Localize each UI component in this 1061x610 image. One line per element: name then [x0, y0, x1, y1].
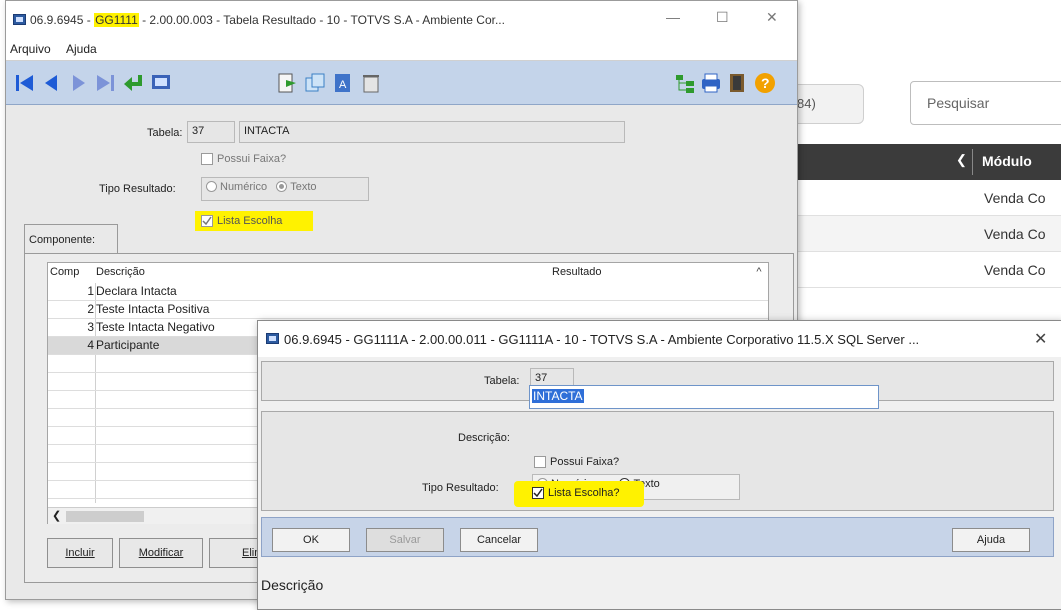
- tree-icon[interactable]: [674, 72, 696, 94]
- table-row[interactable]: 1 Declara Intacta: [48, 283, 768, 301]
- form-panel: Tabela: 37 INTACTA Possui Faixa? Tipo Re…: [9, 115, 795, 231]
- app-icon: [266, 333, 279, 344]
- tipo-resultado-label: Tipo Resultado:: [99, 183, 176, 195]
- maximize-icon[interactable]: ☐: [716, 9, 729, 26]
- row-descricao: Teste Intacta Negativo: [96, 320, 215, 334]
- exit-icon[interactable]: [726, 72, 748, 94]
- row-comp: 3: [87, 320, 94, 334]
- background-button-label: 84): [797, 96, 816, 111]
- toolbar: A ?: [6, 61, 797, 105]
- svg-text:A: A: [339, 79, 347, 91]
- grid-header: Comp Descrição Resultado ^: [48, 263, 768, 283]
- svg-text:?: ?: [761, 75, 770, 91]
- row-cell: Venda Co: [984, 226, 1046, 242]
- radio-texto[interactable]: [276, 181, 288, 192]
- dialog-gg1111a: 06.9.6945 - GG1111A - 2.00.00.011 - GG11…: [257, 320, 1061, 610]
- copy-icon[interactable]: [304, 72, 326, 94]
- table-row[interactable]: 2 Teste Intacta Positiva: [48, 301, 768, 319]
- tipo-resultado-group: Numérico Texto: [201, 177, 369, 201]
- tab-componente[interactable]: Componente:: [24, 224, 118, 254]
- export-icon[interactable]: [276, 72, 298, 94]
- row-descricao: Declara Intacta: [96, 284, 177, 298]
- row-comp: 1: [87, 284, 94, 298]
- return-icon[interactable]: [122, 72, 144, 94]
- title-highlight: GG1111: [94, 13, 139, 27]
- descricao-label: Descrição:: [458, 432, 510, 444]
- descricao-value: INTACTA: [532, 389, 584, 403]
- possui-faixa-label: Possui Faixa?: [550, 456, 620, 468]
- scroll-left-icon[interactable]: ❮: [52, 509, 61, 522]
- lista-escolha-checkbox[interactable]: [532, 487, 544, 499]
- tab-componente-label: Componente:: [29, 234, 96, 246]
- help-icon[interactable]: ?: [754, 72, 776, 94]
- descricao-input[interactable]: INTACTA: [529, 385, 879, 409]
- screen-icon[interactable]: [150, 72, 172, 94]
- row-cell: Venda Co: [984, 190, 1046, 206]
- previous-record-icon[interactable]: [40, 72, 62, 94]
- ajuda-button[interactable]: Ajuda: [952, 528, 1030, 552]
- tabela-code-field[interactable]: 37: [187, 121, 235, 143]
- footer-descricao-label: Descrição: [261, 577, 324, 593]
- title-bar: 06.9.6945 - GG1111 - 2.00.00.003 - Tabel…: [6, 1, 797, 39]
- menu-arquivo[interactable]: Arquivo: [10, 42, 51, 56]
- column-header-modulo[interactable]: Módulo: [982, 153, 1032, 169]
- menu-ajuda[interactable]: Ajuda: [66, 42, 97, 56]
- close-icon[interactable]: ✕: [766, 9, 778, 26]
- possui-faixa-checkbox[interactable]: [201, 153, 213, 165]
- title-prefix: 06.9.6945 -: [30, 13, 95, 27]
- tabela-label: Tabela:: [484, 375, 520, 387]
- lista-escolha-label: Lista Escolha?: [548, 487, 620, 499]
- table-row[interactable]: Venda Co: [796, 252, 1061, 288]
- row-descricao: Teste Intacta Positiva: [96, 302, 210, 316]
- table-header: ❮ Módulo: [796, 144, 1061, 180]
- radio-numerico-label: Numérico: [220, 181, 268, 193]
- radio-numerico[interactable]: [206, 181, 217, 192]
- title-suffix: - 2.00.00.003 - Tabela Resultado - 10 - …: [138, 13, 505, 27]
- modificar-button[interactable]: Modificar: [119, 538, 203, 568]
- ok-button[interactable]: OK: [272, 528, 350, 552]
- column-descricao[interactable]: Descrição: [96, 266, 145, 278]
- row-descricao: Participante: [96, 338, 160, 352]
- row-cell: Venda Co: [984, 262, 1046, 278]
- search-input[interactable]: Pesquisar: [910, 81, 1061, 125]
- radio-texto-label: Texto: [290, 181, 317, 193]
- cancelar-button[interactable]: Cancelar: [460, 528, 538, 552]
- column-resultado[interactable]: Resultado: [552, 266, 602, 278]
- edit-doc-icon[interactable]: A: [332, 72, 354, 94]
- lista-escolha-checkbox[interactable]: [201, 215, 213, 227]
- details-section: Descrição: Possui Faixa? Tipo Resultado:…: [261, 411, 1054, 511]
- eliminar-button[interactable]: Elin: [209, 538, 260, 568]
- table-row[interactable]: Venda Co: [796, 216, 1061, 252]
- menu-bar: Arquivo Ajuda: [6, 39, 797, 61]
- table-row[interactable]: Venda Co: [796, 180, 1061, 216]
- search-placeholder: Pesquisar: [927, 95, 990, 111]
- lista-escolha-label: Lista Escolha: [217, 215, 283, 227]
- print-icon[interactable]: [700, 72, 722, 94]
- chevron-down-icon[interactable]: ❮: [956, 152, 967, 168]
- delete-icon[interactable]: [360, 72, 382, 94]
- header-separator: [972, 149, 973, 175]
- last-record-icon[interactable]: [94, 72, 116, 94]
- first-record-icon[interactable]: [14, 72, 36, 94]
- row-comp: 2: [87, 302, 94, 316]
- button-bar: OK Salvar Cancelar Ajuda: [261, 517, 1054, 557]
- scroll-up-icon[interactable]: ^: [752, 266, 766, 280]
- column-comp[interactable]: Comp: [50, 266, 79, 278]
- dialog-title-bar: 06.9.6945 - GG1111A - 2.00.00.011 - GG11…: [258, 321, 1061, 357]
- window-title: 06.9.6945 - GG1111 - 2.00.00.003 - Tabel…: [30, 13, 505, 27]
- incluir-button[interactable]: Incluir: [47, 538, 113, 568]
- tabela-name-field[interactable]: INTACTA: [239, 121, 625, 143]
- dialog-title: 06.9.6945 - GG1111A - 2.00.00.011 - GG11…: [284, 332, 920, 347]
- minimize-icon[interactable]: —: [666, 9, 680, 25]
- row-comp: 4: [87, 338, 94, 352]
- close-icon[interactable]: ✕: [1034, 329, 1047, 349]
- next-record-icon[interactable]: [68, 72, 90, 94]
- tipo-resultado-label: Tipo Resultado:: [422, 482, 499, 494]
- tabela-label: Tabela:: [147, 127, 183, 139]
- possui-faixa-label: Possui Faixa?: [217, 153, 287, 165]
- app-icon: [13, 14, 26, 25]
- possui-faixa-checkbox[interactable]: [534, 456, 546, 468]
- salvar-button[interactable]: Salvar: [366, 528, 444, 552]
- scrollbar-thumb[interactable]: [66, 511, 144, 522]
